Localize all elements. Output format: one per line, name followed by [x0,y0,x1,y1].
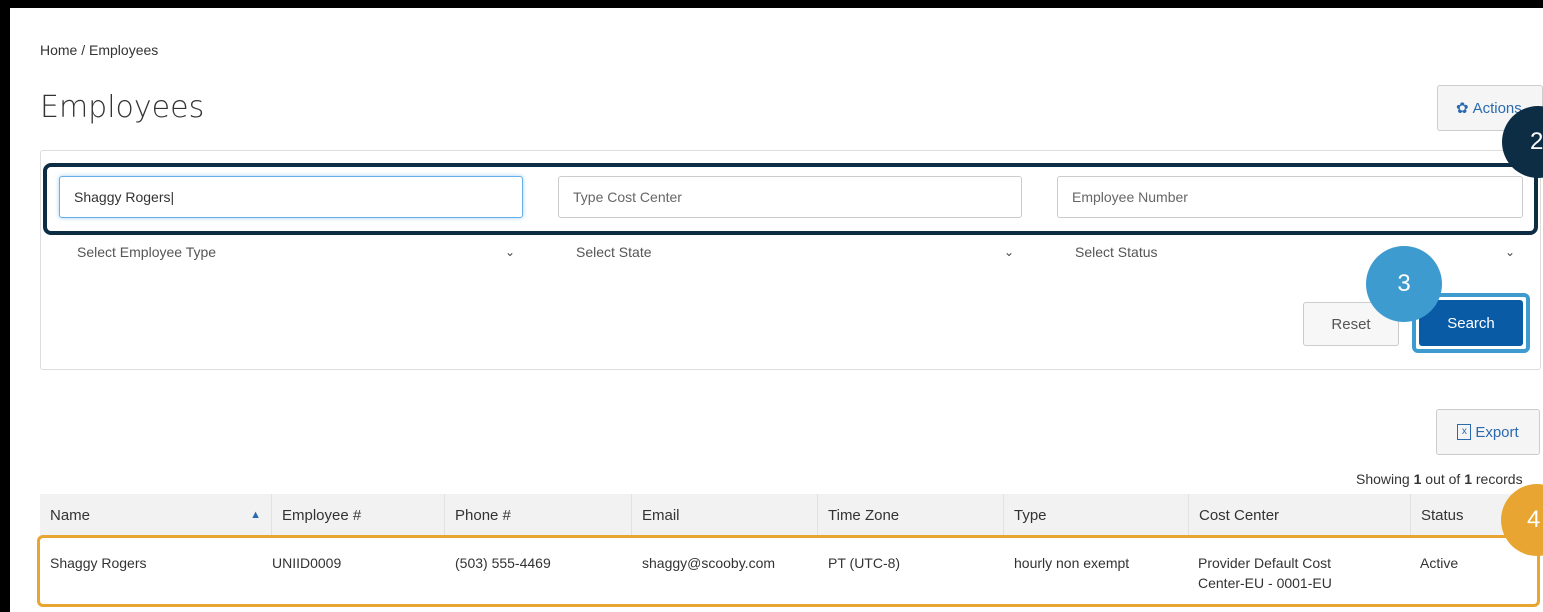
column-header-type[interactable]: Type [1004,494,1189,536]
column-header-status-label: Status [1421,506,1464,524]
column-header-name[interactable]: Name ▲ [40,494,272,536]
chevron-down-icon: ⌄ [504,245,515,259]
status-value: Select Status [1075,244,1158,260]
column-header-email-label: Email [642,506,680,524]
reset-label: Reset [1331,315,1371,333]
results-suffix: records [1472,471,1523,487]
results-total: 1 [1464,471,1472,487]
chevron-down-icon: ⌄ [1003,245,1014,259]
results-summary: Showing 1 out of 1 records [1356,471,1523,487]
sort-ascending-icon: ▲ [250,509,261,521]
step-badge-3-label: 3 [1397,270,1411,297]
excel-icon: x [1457,424,1472,440]
column-header-phone[interactable]: Phone # [445,494,632,536]
employee-type-value: Select Employee Type [77,244,217,260]
results-prefix: Showing [1356,471,1414,487]
results-middle: out of [1421,471,1465,487]
step-badge-2-label: 2 [1530,128,1543,155]
gear-icon: ✿ [1456,100,1469,117]
column-header-employee-number-label: Employee # [282,506,362,524]
highlight-box-search-fields [43,163,1538,235]
state-select[interactable]: Select State ⌄ [558,231,1032,273]
column-header-employee-number[interactable]: Employee # [272,494,445,536]
chevron-down-icon: ⌄ [1504,245,1515,259]
status-select[interactable]: Select Status ⌄ [1057,231,1533,273]
column-header-time-zone[interactable]: Time Zone [818,494,1004,536]
column-header-name-label: Name [50,506,91,524]
column-header-phone-label: Phone # [455,506,511,524]
employees-page: Home / Employees Employees ✿ Actions Sha… [10,8,1543,612]
column-header-email[interactable]: Email [632,494,818,536]
highlight-box-result-row [37,535,1540,607]
column-header-cost-center[interactable]: Cost Center [1189,494,1411,536]
column-header-cost-center-label: Cost Center [1199,506,1280,524]
search-button[interactable]: Search [1419,300,1523,346]
search-label: Search [1447,314,1495,332]
column-header-time-zone-label: Time Zone [828,506,900,524]
step-badge-3: 3 [1366,246,1442,322]
breadcrumb[interactable]: Home / Employees [40,42,158,58]
column-header-type-label: Type [1014,506,1047,524]
employee-type-select[interactable]: Select Employee Type ⌄ [59,231,533,273]
page-title: Employees [40,90,205,125]
export-label: Export [1475,423,1519,441]
export-button[interactable]: x Export [1436,409,1540,455]
state-value: Select State [576,244,652,260]
step-badge-4-label: 4 [1527,506,1541,533]
